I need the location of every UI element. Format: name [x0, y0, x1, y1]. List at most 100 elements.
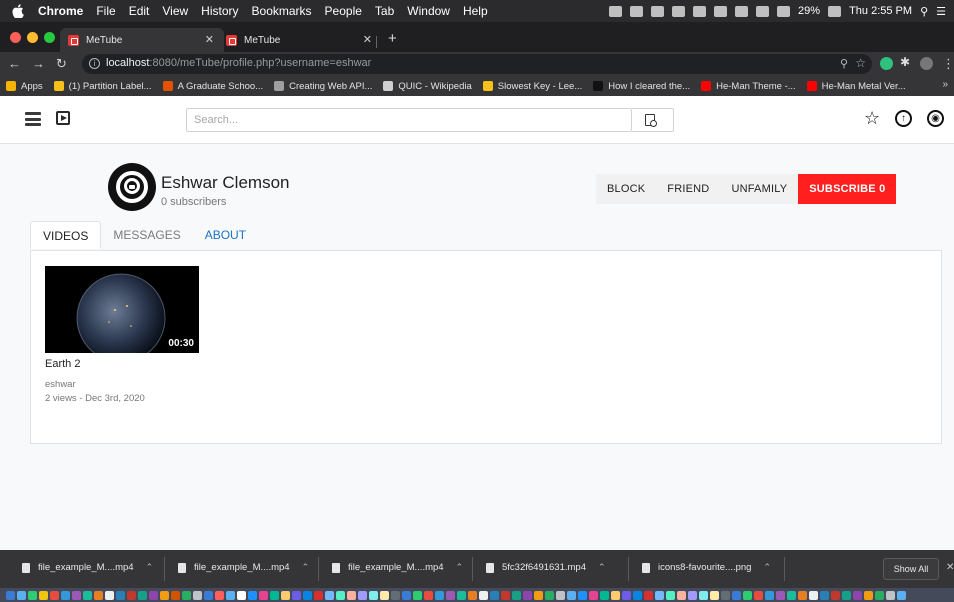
dock-app-icon[interactable]: [809, 590, 818, 600]
dock-app-icon[interactable]: [589, 590, 598, 600]
wifi-icon[interactable]: [756, 5, 770, 17]
friend-button[interactable]: FRIEND: [656, 174, 721, 204]
browser-tab[interactable]: MeTube ✕: [60, 28, 224, 52]
battery-icon[interactable]: [828, 5, 842, 17]
dock-app-icon[interactable]: [644, 590, 653, 600]
dock-app-icon[interactable]: [787, 590, 796, 600]
dock-app-icon[interactable]: [182, 590, 191, 600]
status-menu-icon[interactable]: [651, 5, 665, 17]
upload-arrow-icon[interactable]: ↑: [895, 110, 912, 127]
tab-messages[interactable]: MESSAGES: [101, 221, 192, 249]
menu-tab[interactable]: Tab: [375, 4, 394, 18]
dock-app-icon[interactable]: [281, 590, 290, 600]
extensions-puzzle-icon[interactable]: ✱: [900, 55, 913, 69]
dock-app-icon[interactable]: [116, 590, 125, 600]
dock-app-icon[interactable]: [215, 590, 224, 600]
menu-view[interactable]: View: [162, 4, 188, 18]
address-url[interactable]: localhost:8080/meTube/profile.php?userna…: [106, 57, 371, 69]
dock-app-icon[interactable]: [17, 590, 26, 600]
dock-app-icon[interactable]: [600, 590, 609, 600]
dock-app-icon[interactable]: [820, 590, 829, 600]
dock-app-icon[interactable]: [39, 590, 48, 600]
subscribe-button[interactable]: SUBSCRIBE 0: [798, 174, 897, 204]
dock-app-icon[interactable]: [380, 590, 389, 600]
bookmark-item[interactable]: He-Man Metal Ver...: [806, 81, 906, 92]
dock-app-icon[interactable]: [732, 590, 741, 600]
dock-app-icon[interactable]: [402, 590, 411, 600]
dock-app-icon[interactable]: [666, 590, 675, 600]
dock-app-icon[interactable]: [83, 590, 92, 600]
dock-app-icon[interactable]: [677, 590, 686, 600]
dock-app-icon[interactable]: [688, 590, 697, 600]
bookmark-item[interactable]: He-Man Theme -...: [701, 81, 796, 92]
download-item[interactable]: icons8-favourite....png ⌃: [642, 562, 771, 573]
dock-app-icon[interactable]: [270, 590, 279, 600]
browser-tab[interactable]: MeTube ✕: [218, 28, 382, 52]
dock-app-icon[interactable]: [226, 590, 235, 600]
dock-app-icon[interactable]: [204, 590, 213, 600]
dock-app-icon[interactable]: [578, 590, 587, 600]
dock-app-icon[interactable]: [468, 590, 477, 600]
dock-app-icon[interactable]: [545, 590, 554, 600]
menu-app-name[interactable]: Chrome: [38, 4, 83, 18]
dock-app-icon[interactable]: [237, 590, 246, 600]
dock-app-icon[interactable]: [633, 590, 642, 600]
dock-app-icon[interactable]: [842, 590, 851, 600]
status-menu-icon[interactable]: [693, 5, 707, 17]
dock-app-icon[interactable]: [490, 590, 499, 600]
video-author[interactable]: eshwar: [45, 379, 199, 390]
reload-icon[interactable]: ↻: [56, 56, 67, 72]
dock-app-icon[interactable]: [457, 590, 466, 600]
bookmark-item[interactable]: Creating Web API...: [274, 81, 372, 92]
dock-app-icon[interactable]: [897, 590, 906, 600]
chevron-up-icon[interactable]: ⌃: [763, 562, 771, 573]
dock-app-icon[interactable]: [556, 590, 565, 600]
dock-app-icon[interactable]: [743, 590, 752, 600]
spotlight-icon[interactable]: ⚲: [920, 5, 928, 18]
chevron-up-icon[interactable]: ⌃: [456, 562, 464, 573]
dock-app-icon[interactable]: [61, 590, 70, 600]
dock-app-icon[interactable]: [699, 590, 708, 600]
status-menu-icon[interactable]: [714, 5, 728, 17]
metube-logo-icon[interactable]: [56, 111, 70, 125]
close-window-button[interactable]: [10, 32, 21, 43]
video-card[interactable]: 00:30 Earth 2 eshwar 2 views - Dec 3rd, …: [45, 266, 199, 404]
dock-app-icon[interactable]: [358, 590, 367, 600]
download-item[interactable]: file_example_M....mp4 ⌃: [332, 562, 463, 573]
battery-percent[interactable]: 29%: [798, 5, 820, 17]
menu-edit[interactable]: Edit: [129, 4, 150, 18]
zoom-icon[interactable]: ⚲: [840, 57, 848, 70]
tab-about[interactable]: ABOUT: [193, 221, 258, 249]
dock-app-icon[interactable]: [391, 590, 400, 600]
favorites-star-icon[interactable]: ☆: [864, 109, 880, 127]
search-input[interactable]: [186, 108, 632, 132]
back-arrow-icon[interactable]: ←: [8, 56, 21, 71]
tab-videos[interactable]: VIDEOS: [30, 221, 102, 249]
search-button[interactable]: [632, 108, 674, 132]
volume-icon[interactable]: [777, 5, 791, 17]
dock-app-icon[interactable]: [259, 590, 268, 600]
bookmark-item[interactable]: Slowest Key - Lee...: [482, 81, 582, 92]
dock-app-icon[interactable]: [28, 590, 37, 600]
menu-clock[interactable]: Thu 2:55 PM: [849, 5, 912, 17]
dock-app-icon[interactable]: [303, 590, 312, 600]
dock-app-icon[interactable]: [413, 590, 422, 600]
dock-app-icon[interactable]: [314, 590, 323, 600]
dock-app-icon[interactable]: [160, 590, 169, 600]
dock-app-icon[interactable]: [886, 590, 895, 600]
dock-app-icon[interactable]: [567, 590, 576, 600]
dock-app-icon[interactable]: [94, 590, 103, 600]
dock-app-icon[interactable]: [501, 590, 510, 600]
hamburger-menu-icon[interactable]: [25, 112, 41, 126]
bookmarks-overflow-icon[interactable]: »: [942, 79, 948, 90]
dock-app-icon[interactable]: [622, 590, 631, 600]
video-thumbnail[interactable]: 00:30: [45, 266, 199, 353]
close-downloads-icon[interactable]: ✕: [946, 562, 954, 573]
dock-app-icon[interactable]: [831, 590, 840, 600]
dock-app-icon[interactable]: [6, 590, 15, 600]
dock-app-icon[interactable]: [853, 590, 862, 600]
dock-app-icon[interactable]: [765, 590, 774, 600]
dock-app-icon[interactable]: [248, 590, 257, 600]
status-menu-icon[interactable]: [672, 5, 686, 17]
close-tab-icon[interactable]: ✕: [363, 33, 372, 46]
